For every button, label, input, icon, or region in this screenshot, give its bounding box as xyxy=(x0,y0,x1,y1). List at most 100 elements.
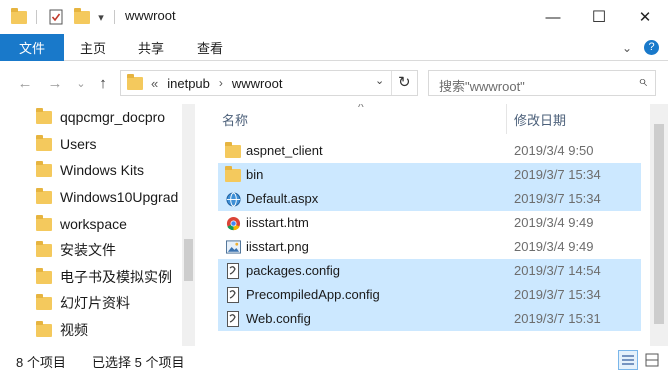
help-icon[interactable]: ? xyxy=(644,34,659,61)
nav-item[interactable]: 幻灯片资料 xyxy=(36,290,130,316)
nav-item[interactable]: 安装文件 xyxy=(36,237,116,263)
search-box[interactable]: 搜索"wwwroot" ⌕ xyxy=(428,70,656,96)
file-date: 2019/3/7 15:34 xyxy=(514,167,601,182)
file-name: packages.config xyxy=(246,263,340,278)
folder-icon xyxy=(36,107,52,124)
folder-icon xyxy=(36,240,52,257)
column-header-name[interactable]: 名称 xyxy=(222,104,248,134)
selected-count: 已选择 5 个项目 xyxy=(92,355,185,370)
navigation-pane: qqpcmgr_docpro Users Windows Kits Window… xyxy=(0,104,195,346)
column-header-date[interactable]: 修改日期 xyxy=(514,104,566,134)
nav-item[interactable]: 电子书及模拟实例 xyxy=(36,264,172,290)
tab-home[interactable]: 主页 xyxy=(80,34,106,61)
nav-item-label: qqpcmgr_docpro xyxy=(60,109,166,125)
sort-indicator-icon: ^ xyxy=(358,104,364,114)
file-row[interactable]: aspnet_client 2019/3/4 9:50 xyxy=(218,139,641,163)
folder-icon xyxy=(36,214,52,231)
details-view-icon[interactable] xyxy=(618,350,638,370)
image-icon xyxy=(225,239,241,255)
nav-item-label: workspace xyxy=(60,216,127,232)
file-row[interactable]: bin 2019/3/7 15:34 xyxy=(218,163,641,187)
folder-icon xyxy=(36,134,52,151)
file-date: 2019/3/7 15:34 xyxy=(514,287,601,302)
folder-icon xyxy=(36,293,52,310)
file-name: Web.config xyxy=(246,311,311,326)
folder-icon xyxy=(225,141,241,159)
divider xyxy=(391,71,392,95)
file-list: ^ 名称 修改日期 aspnet_client 2019/3/4 9:50 bi… xyxy=(195,104,668,346)
file-list-scrollbar[interactable] xyxy=(650,104,668,346)
overflow-crumb[interactable]: « xyxy=(151,76,158,91)
folder-icon xyxy=(127,73,143,90)
column-divider[interactable] xyxy=(506,104,507,134)
forward-button[interactable]: → xyxy=(46,73,64,93)
folder-icon xyxy=(36,160,52,177)
chrome-icon xyxy=(225,215,241,231)
customize-toolbar-icon[interactable]: ▾ xyxy=(94,8,108,26)
maximize-button[interactable]: ☐ xyxy=(576,0,622,34)
config-icon xyxy=(225,263,241,279)
crumb-inetpub[interactable]: inetpub xyxy=(167,76,210,91)
folder-icon xyxy=(9,7,29,26)
back-button[interactable]: ← xyxy=(16,73,34,93)
window-title: wwwroot xyxy=(125,8,176,23)
ribbon-expand-icon[interactable]: ⌄ xyxy=(622,34,632,61)
file-row[interactable]: Default.aspx 2019/3/7 15:34 xyxy=(218,187,641,211)
search-icon[interactable]: ⌕ xyxy=(638,73,647,91)
large-icons-view-icon[interactable] xyxy=(642,350,662,370)
address-dropdown-icon[interactable]: ⌄ xyxy=(375,74,384,87)
nav-item[interactable]: qqpcmgr_docpro xyxy=(36,104,165,130)
divider xyxy=(36,10,37,24)
status-bar: 8 个项目 已选择 5 个项目 xyxy=(0,346,668,374)
search-input[interactable]: 搜索"wwwroot" xyxy=(439,76,525,95)
file-row[interactable]: packages.config 2019/3/7 14:54 xyxy=(218,259,641,283)
tab-share[interactable]: 共享 xyxy=(138,34,164,61)
config-icon xyxy=(225,311,241,327)
scrollbar-thumb[interactable] xyxy=(654,124,664,324)
file-date: 2019/3/7 14:54 xyxy=(514,263,601,278)
file-row[interactable]: iisstart.htm 2019/3/4 9:49 xyxy=(218,211,641,235)
nav-item-label: Users xyxy=(60,136,97,152)
nav-item[interactable]: Windows10Upgrad xyxy=(36,184,178,210)
close-button[interactable]: ✕ xyxy=(622,0,668,34)
item-count: 8 个项目 xyxy=(16,355,66,370)
address-row: ← → ⌄ ↑ « inetpub › wwwroot ⌄ ↻ 搜索"wwwro… xyxy=(0,62,668,104)
folder-icon xyxy=(36,187,52,204)
refresh-icon[interactable]: ↻ xyxy=(398,73,411,91)
title-bar: ▾ wwwroot — ☐ ✕ xyxy=(0,0,668,34)
recent-locations-button[interactable]: ⌄ xyxy=(72,73,90,93)
file-row[interactable]: PrecompiledApp.config 2019/3/7 15:34 xyxy=(218,283,641,307)
file-name: iisstart.htm xyxy=(246,215,309,230)
file-date: 2019/3/7 15:31 xyxy=(514,311,601,326)
nav-item-label: 电子书及模拟实例 xyxy=(60,269,172,285)
properties-icon[interactable] xyxy=(46,8,66,26)
nav-item[interactable]: workspace xyxy=(36,211,127,237)
crumb-separator[interactable]: › xyxy=(219,76,223,90)
tab-file[interactable]: 文件 xyxy=(0,34,64,61)
nav-item[interactable]: Users xyxy=(36,131,97,157)
file-date: 2019/3/4 9:50 xyxy=(514,143,594,158)
ribbon-tabs: 文件 主页 共享 查看 ⌄ ? xyxy=(0,34,668,61)
file-row[interactable]: iisstart.png 2019/3/4 9:49 xyxy=(218,235,641,259)
nav-item[interactable]: Windows Kits xyxy=(36,157,144,183)
nav-item-label: Windows10Upgrad xyxy=(60,189,179,205)
file-row[interactable]: Web.config 2019/3/7 15:31 xyxy=(218,307,641,331)
config-icon xyxy=(225,287,241,303)
globe-icon xyxy=(225,191,241,207)
nav-scrollbar[interactable] xyxy=(182,104,195,346)
new-folder-icon[interactable] xyxy=(72,7,92,26)
tab-view[interactable]: 查看 xyxy=(197,34,223,61)
scrollbar-thumb[interactable] xyxy=(184,239,193,281)
file-name: aspnet_client xyxy=(246,143,323,158)
file-date: 2019/3/4 9:49 xyxy=(514,215,594,230)
minimize-button[interactable]: — xyxy=(530,0,576,34)
nav-item[interactable]: 视频 xyxy=(36,317,88,343)
crumb-wwwroot[interactable]: wwwroot xyxy=(232,76,283,91)
address-bar[interactable]: « inetpub › wwwroot ⌄ ↻ xyxy=(120,70,418,96)
nav-item-label: Windows Kits xyxy=(60,162,145,178)
file-name: bin xyxy=(246,167,264,182)
folder-icon xyxy=(36,267,52,284)
file-name: iisstart.png xyxy=(246,239,309,254)
file-name: Default.aspx xyxy=(246,191,319,206)
up-button[interactable]: ↑ xyxy=(94,73,112,93)
